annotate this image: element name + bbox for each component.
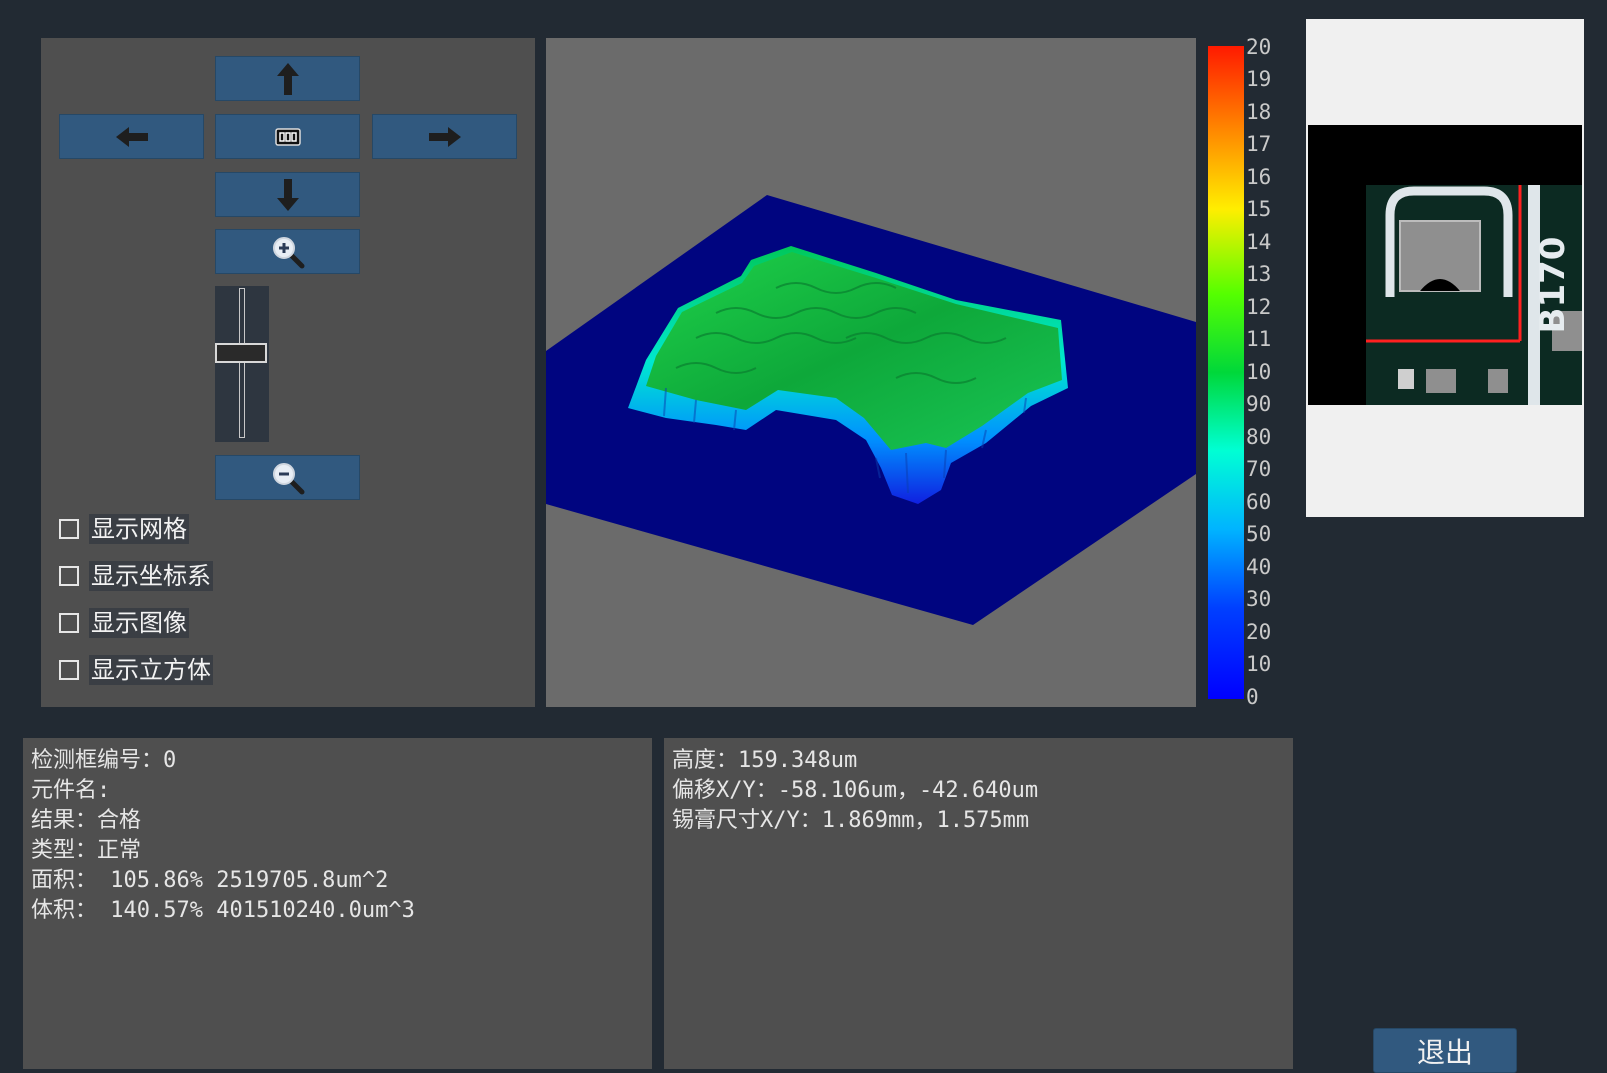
inspection-line: 类型：正常 bbox=[31, 838, 142, 863]
arrow-up-icon bbox=[276, 62, 299, 95]
legend-label: 0 bbox=[1246, 685, 1259, 709]
inspection-line: 面积： 105.86% 2519705.8um^2 bbox=[31, 868, 389, 893]
inspection-result-text: 检测框编号：0 元件名: 结果：合格类型：正常面积： 105.86% 2519705… bbox=[31, 746, 415, 926]
exit-button[interactable]: 退出 bbox=[1373, 1028, 1517, 1073]
inspection-line: 体积： 140.57% 401510240.0um^3 bbox=[31, 898, 415, 923]
legend-label: 11 bbox=[1246, 327, 1272, 351]
reset-view-button[interactable] bbox=[215, 114, 360, 159]
show-image-checkbox[interactable]: 显示图像 bbox=[59, 608, 189, 638]
legend-label: 18 bbox=[1246, 100, 1272, 124]
legend-label: 70 bbox=[1246, 457, 1272, 481]
checkbox-box[interactable] bbox=[59, 660, 79, 680]
checkbox-label: 显示立方体 bbox=[89, 655, 213, 685]
legend-label: 10 bbox=[1246, 360, 1272, 384]
move-down-button[interactable] bbox=[215, 172, 360, 217]
component-thumbnail-panel: B170 bbox=[1306, 19, 1584, 517]
zoom-in-icon bbox=[272, 236, 304, 268]
legend-label: 13 bbox=[1246, 262, 1272, 286]
height-color-legend bbox=[1208, 46, 1244, 699]
arrow-right-icon bbox=[428, 126, 461, 147]
checkbox-box[interactable] bbox=[59, 519, 79, 539]
legend-label: 16 bbox=[1246, 165, 1272, 189]
checkbox-label: 显示坐标系 bbox=[89, 561, 213, 591]
legend-label: 15 bbox=[1246, 197, 1272, 221]
checkbox-label: 显示网格 bbox=[89, 514, 189, 544]
legend-label: 10 bbox=[1246, 652, 1272, 676]
pcb-silkscreen-text: B170 bbox=[1533, 237, 1573, 334]
inspection-line: 检测框编号：0 bbox=[31, 748, 177, 773]
legend-label: 80 bbox=[1246, 425, 1272, 449]
measurement-text: 高度：159.348um 偏移X/Y：-58.106um，-42.640um 锡膏尺… bbox=[672, 746, 1038, 836]
checkbox-box[interactable] bbox=[59, 566, 79, 586]
reset-view-icon bbox=[274, 127, 301, 146]
show-grid-checkbox[interactable]: 显示网格 bbox=[59, 514, 189, 544]
legend-label: 90 bbox=[1246, 392, 1272, 416]
3d-surface-render bbox=[546, 195, 1196, 625]
move-up-button[interactable] bbox=[215, 56, 360, 101]
zoom-in-button[interactable] bbox=[215, 229, 360, 274]
checkbox-box[interactable] bbox=[59, 613, 79, 633]
3d-height-view[interactable] bbox=[546, 38, 1196, 707]
legend-label: 20 bbox=[1246, 620, 1272, 644]
show-cube-checkbox[interactable]: 显示立方体 bbox=[59, 655, 213, 685]
measurement-line: 高度：159.348um bbox=[672, 748, 858, 773]
component-image: B170 bbox=[1308, 125, 1582, 405]
legend-label: 17 bbox=[1246, 132, 1272, 156]
inspection-line: 元件名: bbox=[31, 778, 111, 803]
pcb-image: B170 bbox=[1366, 185, 1582, 405]
legend-label: 12 bbox=[1246, 295, 1272, 319]
legend-label: 40 bbox=[1246, 555, 1272, 579]
zoom-slider[interactable] bbox=[215, 286, 269, 442]
zoom-out-icon bbox=[272, 462, 304, 494]
move-right-button[interactable] bbox=[372, 114, 517, 159]
legend-label: 20 bbox=[1246, 35, 1272, 59]
show-axes-checkbox[interactable]: 显示坐标系 bbox=[59, 561, 213, 591]
zoom-slider-groove bbox=[239, 288, 245, 438]
inspection-line: 结果：合格 bbox=[31, 808, 142, 833]
legend-label: 14 bbox=[1246, 230, 1272, 254]
zoom-out-button[interactable] bbox=[215, 455, 360, 500]
measurement-panel: 高度：159.348um 偏移X/Y：-58.106um，-42.640um 锡膏尺… bbox=[664, 738, 1293, 1069]
measurement-line: 锡膏尺寸X/Y：1.869mm，1.575mm bbox=[672, 808, 1030, 833]
arrow-down-icon bbox=[276, 178, 299, 211]
legend-label: 60 bbox=[1246, 490, 1272, 514]
measurement-line: 偏移X/Y：-58.106um，-42.640um bbox=[672, 778, 1039, 803]
inspection-result-panel: 检测框编号：0 元件名: 结果：合格类型：正常面积： 105.86% 2519705… bbox=[23, 738, 652, 1069]
legend-label: 30 bbox=[1246, 587, 1272, 611]
legend-label: 19 bbox=[1246, 67, 1272, 91]
checkbox-label: 显示图像 bbox=[89, 608, 189, 638]
zoom-slider-thumb[interactable] bbox=[215, 343, 267, 363]
move-left-button[interactable] bbox=[59, 114, 204, 159]
arrow-left-icon bbox=[115, 126, 148, 147]
view-control-panel: 显示网格 显示坐标系 显示图像 显示立方体 bbox=[41, 38, 535, 707]
legend-label: 50 bbox=[1246, 522, 1272, 546]
